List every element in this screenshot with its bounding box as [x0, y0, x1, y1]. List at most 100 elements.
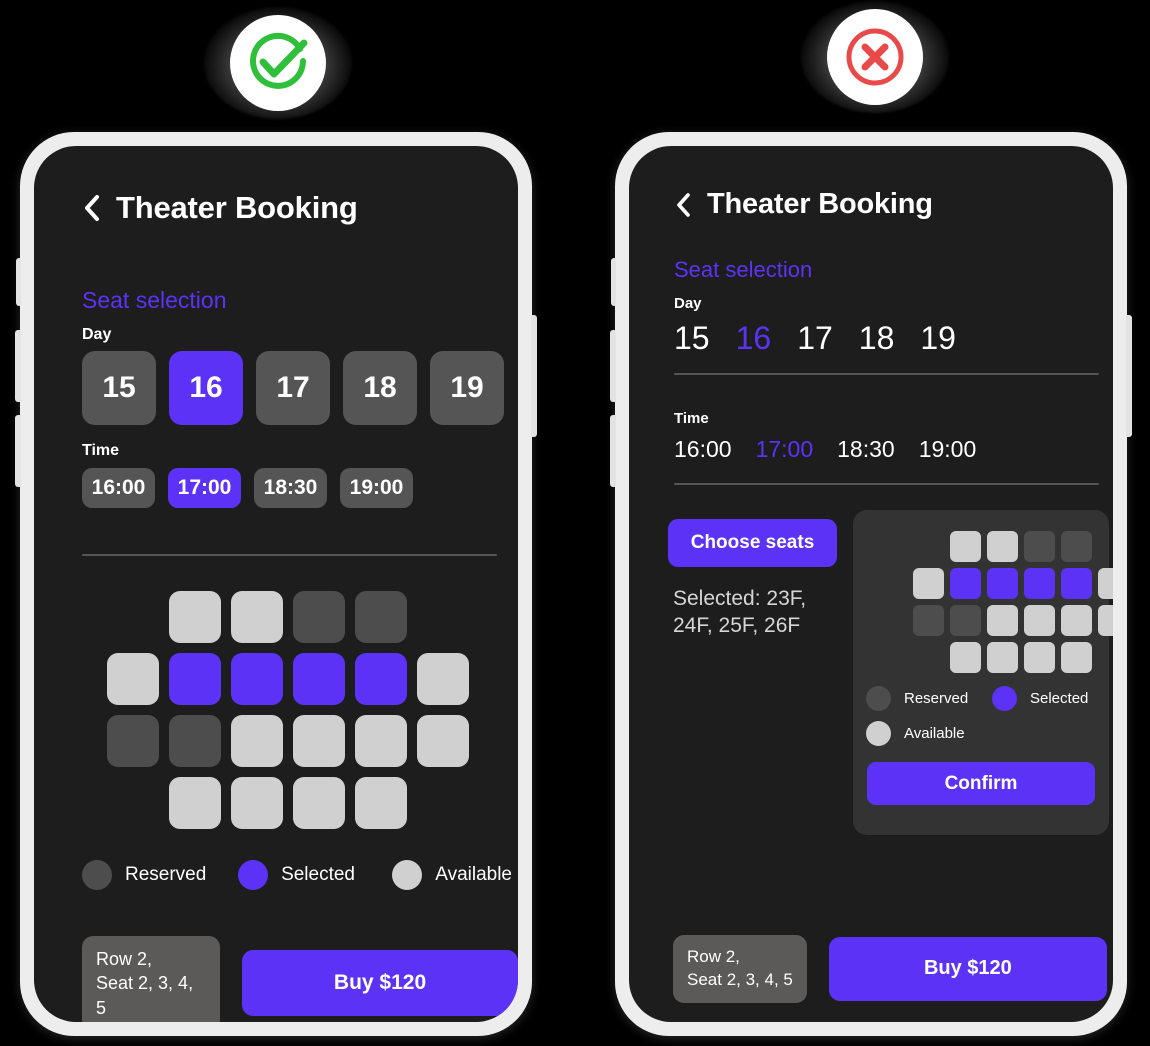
seat-4-3-available[interactable]: [231, 777, 283, 829]
seat-1-2-available[interactable]: [169, 591, 221, 643]
time-label: Time: [674, 410, 709, 427]
seat-3-5-available[interactable]: [355, 715, 407, 767]
seat-4-4-available[interactable]: [1024, 642, 1055, 673]
seat-cell: [947, 602, 984, 639]
day-chip-18[interactable]: 18: [343, 351, 417, 425]
seat-3-1-reserved[interactable]: [913, 605, 944, 636]
silence-switch[interactable]: [16, 258, 21, 306]
seat-1-2-available[interactable]: [950, 531, 981, 562]
seat-cell: [947, 528, 984, 565]
seat-cell: [226, 772, 288, 834]
choose-seats-button[interactable]: Choose seats: [668, 519, 837, 567]
time-divider: [674, 483, 1099, 485]
seat-4-5-available[interactable]: [1061, 642, 1092, 673]
buy-button[interactable]: Buy $120: [242, 950, 518, 1017]
seat-cell: [1058, 602, 1095, 639]
seat-cell: [102, 772, 164, 834]
seat-4-5-available[interactable]: [355, 777, 407, 829]
day-option-16[interactable]: 16: [736, 320, 772, 357]
day-option-18[interactable]: 18: [859, 320, 895, 357]
seat-2-5-selected[interactable]: [355, 653, 407, 705]
seat-1-3-available[interactable]: [987, 531, 1018, 562]
seat-cell: [164, 648, 226, 710]
day-label: Day: [82, 326, 112, 343]
seat-3-4-available[interactable]: [293, 715, 345, 767]
seat-2-2-selected[interactable]: [169, 653, 221, 705]
chevron-left-icon[interactable]: [674, 191, 693, 219]
seat-cell: [412, 648, 474, 710]
seat-3-2-reserved[interactable]: [169, 715, 221, 767]
seat-1-4-reserved[interactable]: [1024, 531, 1055, 562]
seat-2-2-selected[interactable]: [950, 568, 981, 599]
seat-cell: [102, 586, 164, 648]
seat-4-2-available[interactable]: [950, 642, 981, 673]
seat-4-3-available[interactable]: [987, 642, 1018, 673]
time-chip-1700[interactable]: 17:00: [168, 468, 241, 508]
time-option-1700[interactable]: 17:00: [756, 436, 814, 463]
seat-cell: [102, 648, 164, 710]
chevron-left-icon[interactable]: [82, 193, 102, 223]
time-chip-1830[interactable]: 18:30: [254, 468, 327, 508]
seat-cell: [984, 565, 1021, 602]
seat-2-3-selected[interactable]: [987, 568, 1018, 599]
seat-2-1-available[interactable]: [107, 653, 159, 705]
app-bar: Theater Booking: [674, 188, 933, 221]
seat-2-4-selected[interactable]: [293, 653, 345, 705]
volume-down-button[interactable]: [610, 415, 616, 487]
day-option-19[interactable]: 19: [920, 320, 956, 357]
seat-3-4-available[interactable]: [1024, 605, 1055, 636]
confirm-button[interactable]: Confirm: [867, 762, 1095, 805]
seat-cell: [1095, 639, 1113, 676]
seat-1-5-reserved[interactable]: [355, 591, 407, 643]
time-chip-1600[interactable]: 16:00: [82, 468, 155, 508]
day-chip-group: 15 16 17 18 19: [82, 351, 504, 425]
day-option-17[interactable]: 17: [797, 320, 833, 357]
day-option-15[interactable]: 15: [674, 320, 710, 357]
seat-2-1-available[interactable]: [913, 568, 944, 599]
seat-2-3-selected[interactable]: [231, 653, 283, 705]
page-title: Theater Booking: [116, 190, 358, 225]
day-chip-17[interactable]: 17: [256, 351, 330, 425]
seat-2-5-selected[interactable]: [1061, 568, 1092, 599]
seat-cell: [910, 602, 947, 639]
seat-4-1-empty: [107, 777, 159, 829]
seat-3-3-available[interactable]: [231, 715, 283, 767]
day-chip-19[interactable]: 19: [430, 351, 504, 425]
seat-3-2-reserved[interactable]: [950, 605, 981, 636]
seat-1-4-reserved[interactable]: [293, 591, 345, 643]
seat-2-6-available[interactable]: [1098, 568, 1113, 599]
seat-4-4-available[interactable]: [293, 777, 345, 829]
volume-up-button[interactable]: [610, 330, 616, 402]
volume-up-button[interactable]: [15, 330, 21, 402]
seat-1-5-reserved[interactable]: [1061, 531, 1092, 562]
seat-2-4-selected[interactable]: [1024, 568, 1055, 599]
day-chip-16[interactable]: 16: [169, 351, 243, 425]
seat-3-6-available[interactable]: [1098, 605, 1113, 636]
time-option-1830[interactable]: 18:30: [837, 436, 895, 463]
seat-3-1-reserved[interactable]: [107, 715, 159, 767]
seat-3-3-available[interactable]: [987, 605, 1018, 636]
buy-button[interactable]: Buy $120: [828, 936, 1107, 1001]
phone-left-screen: Theater Booking Seat selection Day 15 16…: [34, 146, 518, 1022]
legend-dot-selected: [238, 860, 269, 890]
day-chip-15[interactable]: 15: [82, 351, 156, 425]
day-option-group: 15 16 17 18 19: [674, 320, 956, 357]
time-option-1600[interactable]: 16:00: [674, 436, 732, 463]
seat-4-2-available[interactable]: [169, 777, 221, 829]
silence-switch[interactable]: [611, 258, 616, 306]
seat-cell: [1021, 565, 1058, 602]
seat-3-5-available[interactable]: [1061, 605, 1092, 636]
power-button[interactable]: [1126, 315, 1132, 437]
seat-cell: [1095, 602, 1113, 639]
seat-cell: [910, 528, 947, 565]
seat-1-3-available[interactable]: [231, 591, 283, 643]
day-label: Day: [674, 295, 702, 312]
volume-down-button[interactable]: [15, 415, 21, 487]
power-button[interactable]: [531, 315, 537, 437]
seat-2-6-available[interactable]: [417, 653, 469, 705]
seat-cell: [910, 565, 947, 602]
x-circle-icon: [846, 28, 904, 86]
time-chip-1900[interactable]: 19:00: [340, 468, 413, 508]
time-option-1900[interactable]: 19:00: [919, 436, 977, 463]
seat-3-6-available[interactable]: [417, 715, 469, 767]
